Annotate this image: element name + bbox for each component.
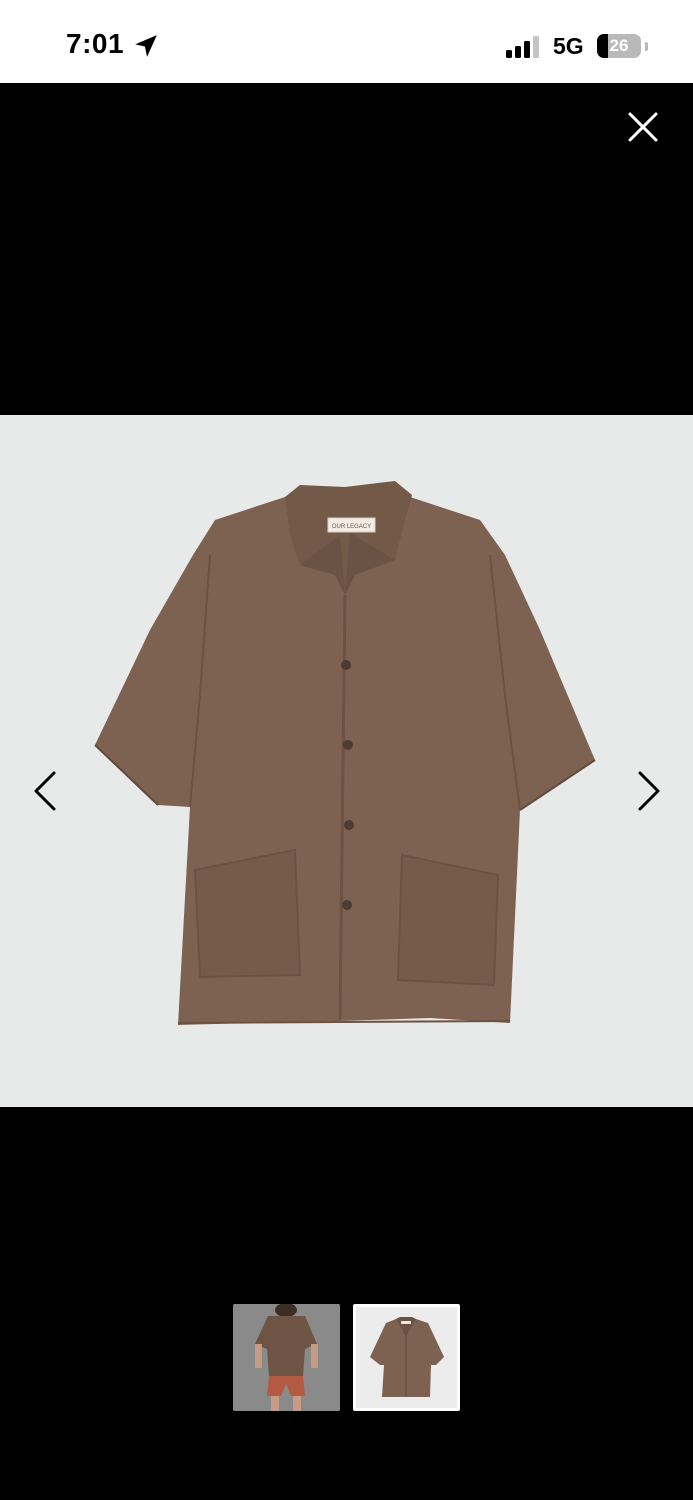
status-bar: 7:01 5G 26: [0, 0, 693, 83]
battery-icon: 26: [597, 34, 641, 58]
brand-label-text: OUR LEGACY: [332, 524, 371, 530]
battery-cap: [645, 42, 648, 51]
thumbnail-shirt[interactable]: [353, 1304, 460, 1411]
status-time: 7:01: [66, 28, 125, 59]
close-button[interactable]: [624, 108, 662, 146]
chevron-left-icon: [34, 771, 56, 811]
product-image: OUR LEGACY: [94, 481, 596, 1025]
next-image-button[interactable]: [626, 763, 670, 819]
previous-image-button[interactable]: [24, 763, 68, 819]
left-pocket: [193, 848, 302, 979]
cellular-signal-icon: [506, 36, 539, 58]
thumbnail-model[interactable]: [233, 1304, 340, 1411]
network-type: 5G: [553, 33, 584, 59]
right-pocket: [396, 853, 500, 987]
location-arrow-icon: [135, 35, 157, 57]
chevron-right-icon: [638, 771, 660, 811]
product-image-stage: OUR LEGACY: [0, 415, 693, 1107]
close-icon: [628, 112, 658, 142]
thumbnail-model-image: [233, 1304, 340, 1411]
battery-level: 26: [609, 36, 629, 55]
thumbnail-shirt-image: [356, 1307, 457, 1408]
